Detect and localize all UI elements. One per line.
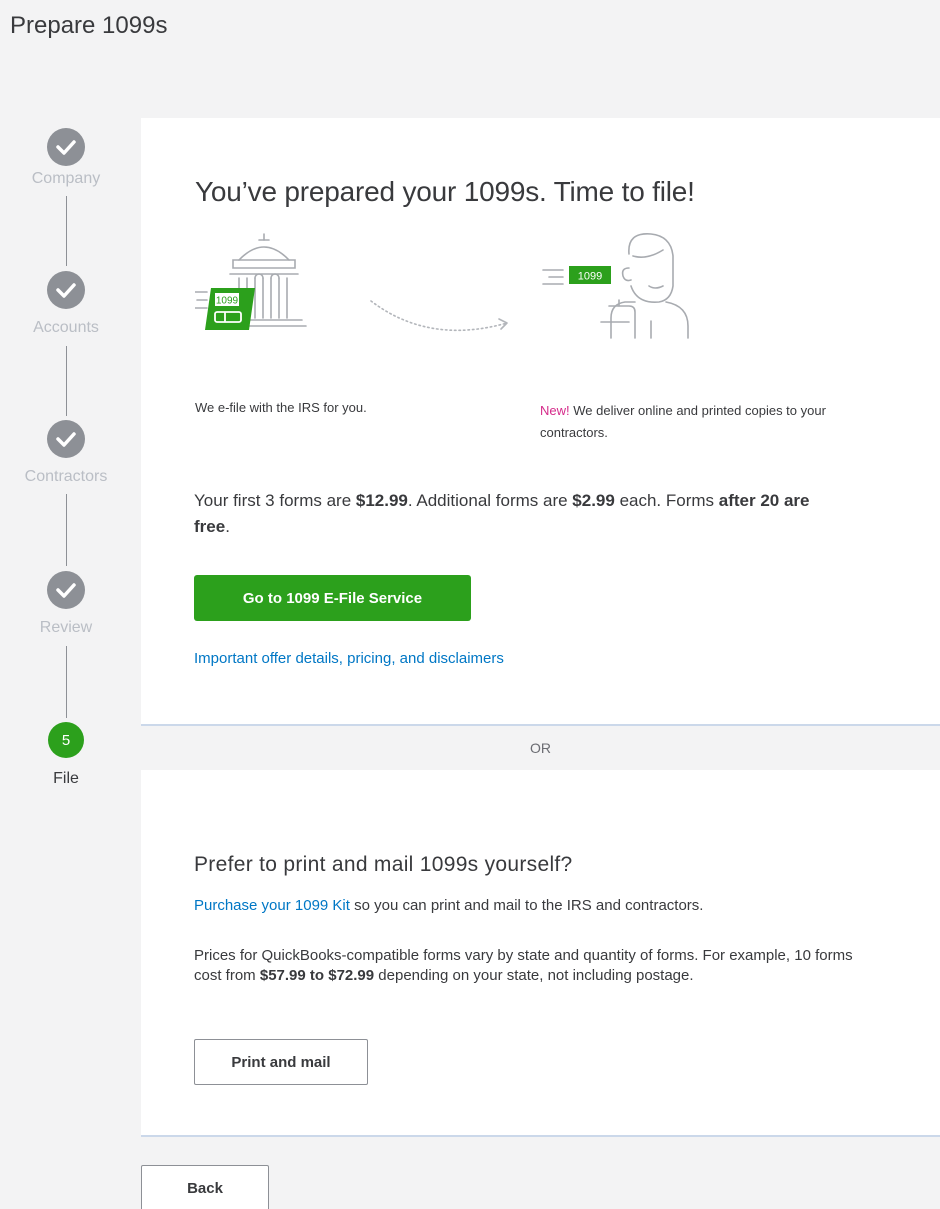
back-button[interactable]: Back — [141, 1165, 269, 1209]
dotted-arrow-icon — [369, 293, 519, 343]
delivery-caption-text: We deliver online and printed copies to … — [540, 403, 826, 440]
offer-details-link[interactable]: Important offer details, pricing, and di… — [194, 650, 504, 667]
print-and-mail-button[interactable]: Print and mail — [194, 1039, 368, 1085]
step-label: File — [53, 770, 79, 787]
efile-pricing: Your first 3 forms are $12.99. Additiona… — [194, 491, 810, 536]
print-mail-card: Prefer to print and mail 1099s yourself?… — [141, 770, 940, 1137]
efile-caption: We e-file with the IRS for you. — [195, 400, 367, 415]
go-to-efile-button[interactable]: Go to 1099 E-File Service — [194, 575, 471, 621]
document-1099-icon: 1099 — [205, 288, 255, 330]
efile-card: You’ve prepared your 1099s. Time to file… — [141, 118, 940, 724]
new-badge: New! — [540, 403, 570, 418]
delivery-caption: New! We deliver online and printed copie… — [540, 400, 850, 444]
purchase-kit-link[interactable]: Purchase your 1099 Kit — [194, 897, 350, 914]
kit-price-range: $57.99 to $72.99 — [259, 967, 375, 984]
step-label: Review — [39, 619, 93, 636]
bank-building-icon: 1099 — [194, 230, 335, 340]
stepper-connector — [66, 196, 67, 266]
kit-prices-text: Prices for QuickBooks-compatible forms v… — [194, 947, 853, 984]
stepper-connector — [66, 646, 67, 718]
price-first-forms: $12.99 — [355, 491, 408, 510]
check-icon — [47, 571, 85, 609]
stepper-connector — [66, 494, 67, 566]
kit-text: Purchase your 1099 Kit so you can print … — [194, 897, 704, 914]
step-label: Company — [31, 170, 101, 187]
check-icon — [47, 271, 85, 309]
step-number-badge: 5 — [48, 722, 84, 758]
check-icon — [47, 128, 85, 166]
or-divider: OR — [141, 724, 940, 770]
print-heading: Prefer to print and mail 1099s yourself? — [194, 853, 573, 876]
efile-heading: You’ve prepared your 1099s. Time to file… — [195, 176, 695, 207]
price-additional-forms: $2.99 — [572, 491, 615, 510]
step-label: Contractors — [24, 468, 108, 485]
progress-stepper: Company Accounts Contractors Review 5 Fi… — [0, 0, 140, 1209]
svg-text:1099: 1099 — [578, 271, 602, 283]
stepper-connector — [66, 346, 67, 416]
step-label: Accounts — [33, 319, 99, 336]
contractor-person-icon: 1099 — [541, 226, 711, 341]
svg-text:1099: 1099 — [216, 296, 239, 307]
check-icon — [47, 420, 85, 458]
